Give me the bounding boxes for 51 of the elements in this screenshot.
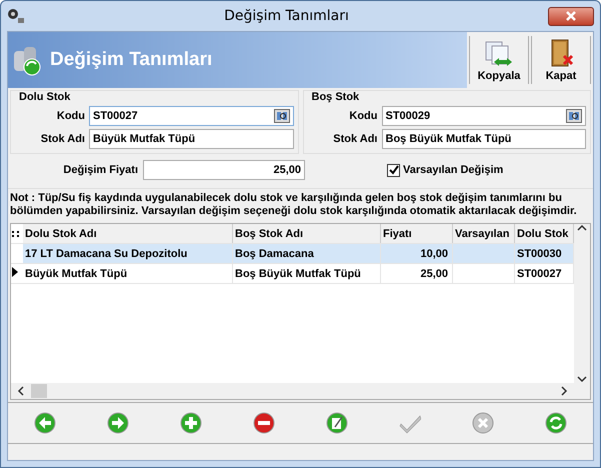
column-header[interactable]: Dolu Stok Adı bbox=[23, 224, 233, 243]
column-header[interactable]: Dolu Stok bbox=[515, 224, 574, 243]
table-cell: Büyük Mutfak Tüpü bbox=[25, 268, 128, 280]
horizontal-scrollbar[interactable] bbox=[11, 383, 590, 399]
table-row[interactable]: 17 LT Damacana Su Depozitolu Boş Damacana 10,00 ST00030 bbox=[11, 244, 574, 264]
table-cell: 25,00 bbox=[420, 268, 448, 280]
column-header[interactable]: Fiyatı bbox=[381, 224, 453, 243]
price-label: Değişim Fiyatı bbox=[62, 164, 139, 176]
table-row[interactable]: Büyük Mutfak Tüpü Boş Büyük Mutfak Tüpü 25,00 ST00027 bbox=[11, 264, 574, 284]
prev-button[interactable] bbox=[32, 411, 57, 435]
field-label: Stok Adı bbox=[40, 133, 85, 145]
table-cell: Boş Büyük Mutfak Tüpü bbox=[235, 268, 361, 280]
scroll-down-icon[interactable] bbox=[577, 375, 587, 383]
field-label: Kodu bbox=[56, 110, 85, 122]
vertical-scrollbar[interactable] bbox=[574, 224, 590, 383]
name-field[interactable]: Büyük Mutfak Tüpü bbox=[89, 129, 294, 149]
scroll-up-icon[interactable] bbox=[577, 224, 587, 232]
code-field[interactable]: ST00027 bbox=[89, 106, 294, 126]
note-text: Not : Tüp/Su fiş kaydında uygulanabilecek dolu stok ve karşılığında gelen boş stok değişim tanımlarını bu bölümden yapabilirsiniz. Varsayılan değişim seçeneği dolu stok karşılığında otomatik aktarılacak değişimdir. bbox=[9, 191, 578, 219]
group-title: Dolu Stok bbox=[18, 91, 72, 103]
close-button[interactable]: Kapat bbox=[531, 36, 591, 84]
close-icon bbox=[565, 11, 577, 21]
refresh-button[interactable] bbox=[544, 411, 568, 435]
edit-button[interactable] bbox=[325, 411, 350, 435]
table-cell: ST00030 bbox=[517, 248, 562, 260]
group-title: Boş Stok bbox=[310, 91, 360, 103]
price-field[interactable]: 25,00 bbox=[143, 160, 305, 180]
column-header[interactable]: Varsayılan bbox=[453, 224, 515, 243]
table-cell: ST00027 bbox=[517, 268, 562, 280]
code-field[interactable]: ST00029 bbox=[382, 106, 586, 126]
lookup-icon[interactable] bbox=[274, 109, 290, 123]
window-title: Değişim Tanımları bbox=[223, 8, 350, 24]
delete-button[interactable] bbox=[252, 411, 276, 435]
scroll-thumb[interactable] bbox=[31, 384, 47, 398]
grip-icon bbox=[11, 228, 21, 238]
page-title: Değişim Tanımları bbox=[50, 49, 212, 71]
column-header[interactable]: Boş Stok Adı bbox=[233, 224, 381, 243]
lookup-icon[interactable] bbox=[566, 109, 582, 123]
table-cell: 17 LT Damacana Su Depozitolu bbox=[25, 248, 188, 260]
add-button[interactable] bbox=[178, 411, 203, 435]
table-cell: Boş Damacana bbox=[235, 248, 314, 260]
checkbox-label: Varsayılan Değişim bbox=[403, 164, 504, 176]
field-label: Kodu bbox=[348, 110, 378, 122]
next-button[interactable] bbox=[106, 411, 130, 435]
close-button[interactable] bbox=[548, 6, 594, 26]
checkbox[interactable] bbox=[387, 164, 400, 176]
table-cell: 10,00 bbox=[420, 248, 448, 260]
name-field[interactable]: Boş Büyük Mutfak Tüpü bbox=[382, 129, 586, 149]
copy-button[interactable]: Kopyala bbox=[469, 36, 529, 84]
field-label: Stok Adı bbox=[332, 133, 378, 145]
copy-icon bbox=[484, 40, 514, 68]
